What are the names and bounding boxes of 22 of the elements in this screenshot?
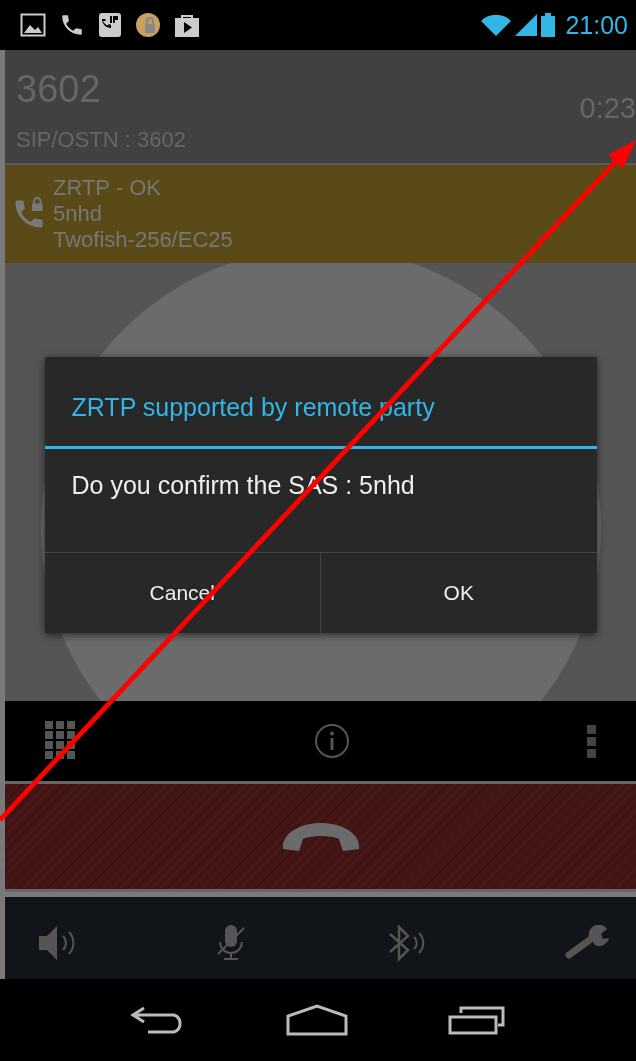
speaker-icon[interactable] bbox=[37, 924, 77, 962]
lock-app-icon bbox=[135, 12, 161, 38]
dialog-button[interactable]: OK bbox=[320, 553, 597, 633]
zrtp-status: ZRTP - OK bbox=[53, 175, 162, 201]
sip-phone-icon bbox=[98, 12, 122, 38]
cipher-label: Twofish-256/EC25 bbox=[53, 227, 233, 253]
overflow-menu-icon[interactable] bbox=[587, 724, 596, 758]
wrench-icon[interactable] bbox=[565, 925, 611, 961]
recent-apps-icon[interactable] bbox=[448, 1005, 506, 1035]
end-call-button[interactable] bbox=[5, 784, 636, 892]
picture-icon bbox=[20, 13, 46, 37]
home-icon[interactable] bbox=[286, 1004, 348, 1036]
hang-up-icon bbox=[280, 820, 361, 853]
sas-code: 5nhd bbox=[53, 201, 103, 227]
shopping-bag-icon bbox=[174, 12, 200, 38]
info-icon[interactable] bbox=[314, 723, 350, 759]
wifi-icon bbox=[481, 14, 512, 36]
battery-icon bbox=[541, 13, 556, 37]
clock-time: 21:00 bbox=[565, 10, 628, 40]
phone-icon bbox=[59, 12, 85, 38]
microphone-muted-icon[interactable] bbox=[216, 924, 247, 962]
signal-icon bbox=[515, 14, 538, 36]
